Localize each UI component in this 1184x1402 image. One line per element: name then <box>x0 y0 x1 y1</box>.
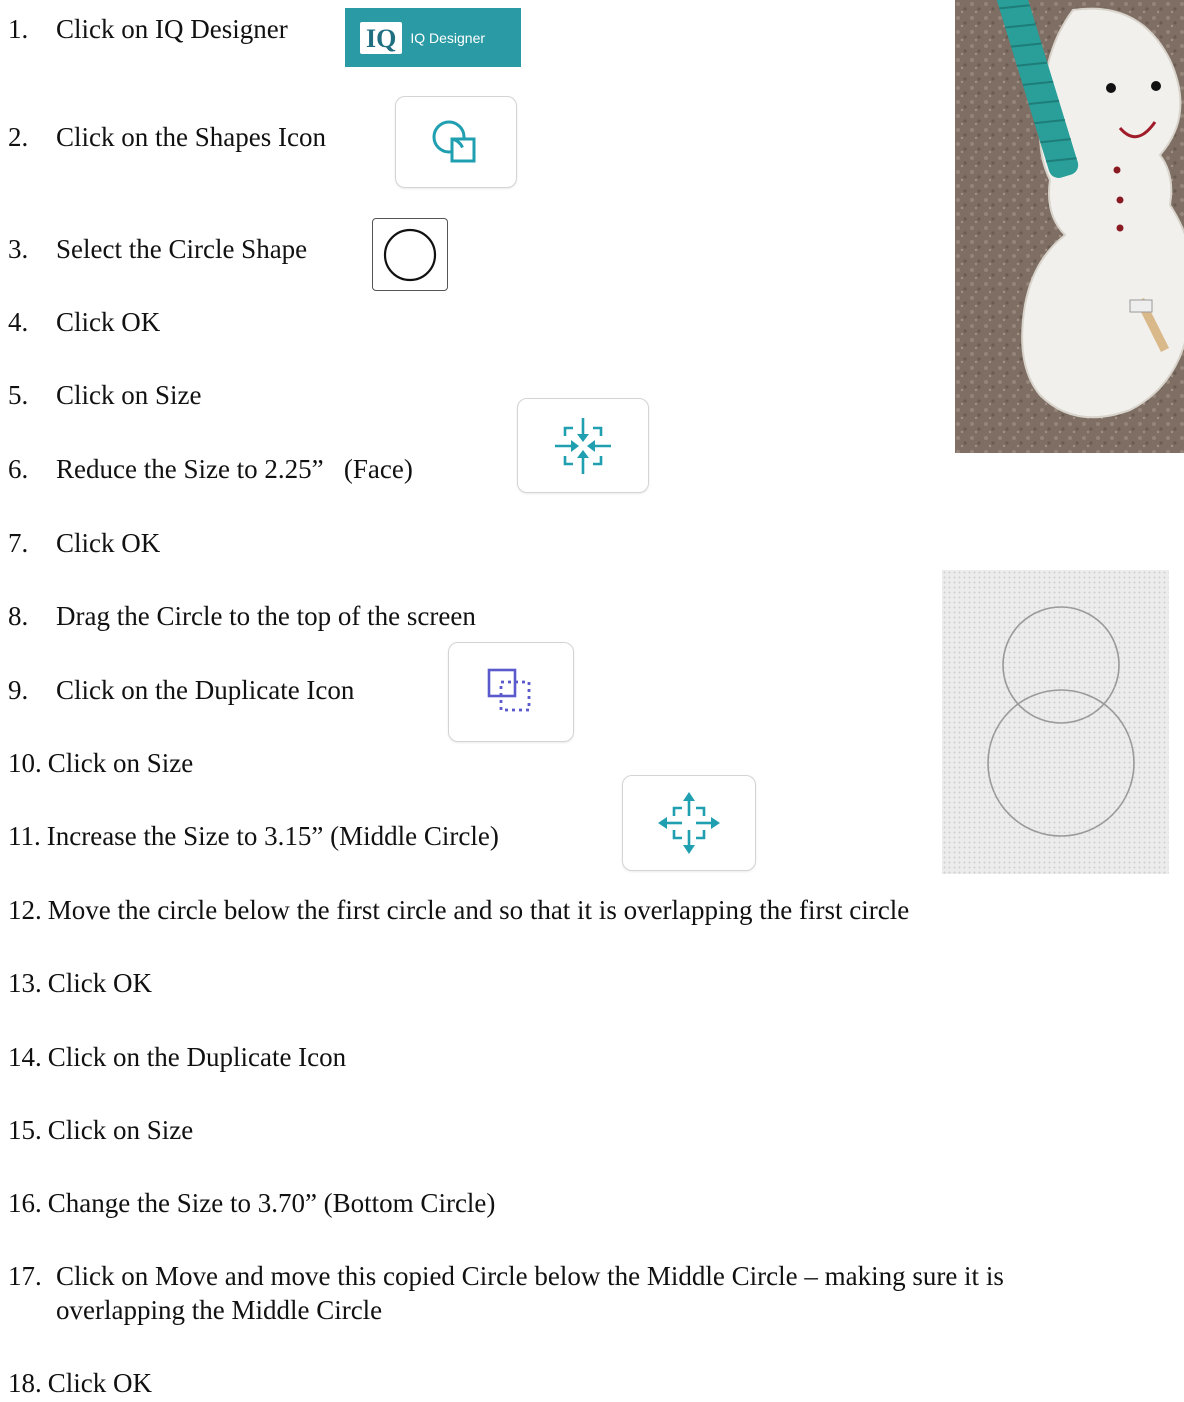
reduce-size-button[interactable] <box>517 398 649 493</box>
step-8: 8. Drag the Circle to the top of the scre… <box>8 601 476 631</box>
duplicate-button[interactable] <box>448 642 574 742</box>
step-18: 18. Click OK <box>8 1368 152 1398</box>
shapes-icon-button[interactable] <box>395 96 517 188</box>
iq-designer-button[interactable]: IQ IQ Designer <box>345 8 521 67</box>
circle-shape-icon <box>383 228 437 281</box>
step-9: 9. Click on the Duplicate Icon <box>8 675 355 705</box>
iq-designer-label: IQ Designer <box>410 29 486 46</box>
step-2: 2. Click on the Shapes Icon <box>8 122 326 152</box>
circle-shape-button[interactable] <box>372 218 448 291</box>
step-3: 3. Select the Circle Shape <box>8 234 308 264</box>
step-16: 16. Change the Size to 3.70” (Bottom Circ… <box>8 1188 496 1218</box>
step-13: 13. Click OK <box>8 968 152 998</box>
step-10: 10. Click on Size <box>8 748 194 778</box>
step-17: 17. Click on Move and move this copied Ci… <box>8 1261 1004 1325</box>
increase-size-icon <box>658 792 720 854</box>
step-1: 1. Click on IQ Designer <box>8 14 288 44</box>
step-5: 5. Click on Size <box>8 380 202 410</box>
step-7: 7. Click OK <box>8 528 161 558</box>
increase-size-button[interactable] <box>622 775 756 871</box>
snowman-photo <box>955 0 1184 453</box>
step-12: 12. Move the circle below the first circl… <box>8 895 910 925</box>
step-6: 6. Reduce the Size to 2.25” (Face) <box>8 454 413 484</box>
iq-logo-icon: IQ <box>360 21 403 54</box>
circle-preview <box>942 570 1169 874</box>
step-14: 14. Click on the Duplicate Icon <box>8 1042 347 1072</box>
shapes-icon <box>432 120 476 163</box>
step-4: 4. Click OK <box>8 307 161 337</box>
duplicate-icon <box>487 668 531 712</box>
step-11: 11. Increase the Size to 3.15” (Middle Ci… <box>8 821 499 851</box>
step-15: 15. Click on Size <box>8 1115 194 1145</box>
reduce-size-icon <box>555 417 611 474</box>
